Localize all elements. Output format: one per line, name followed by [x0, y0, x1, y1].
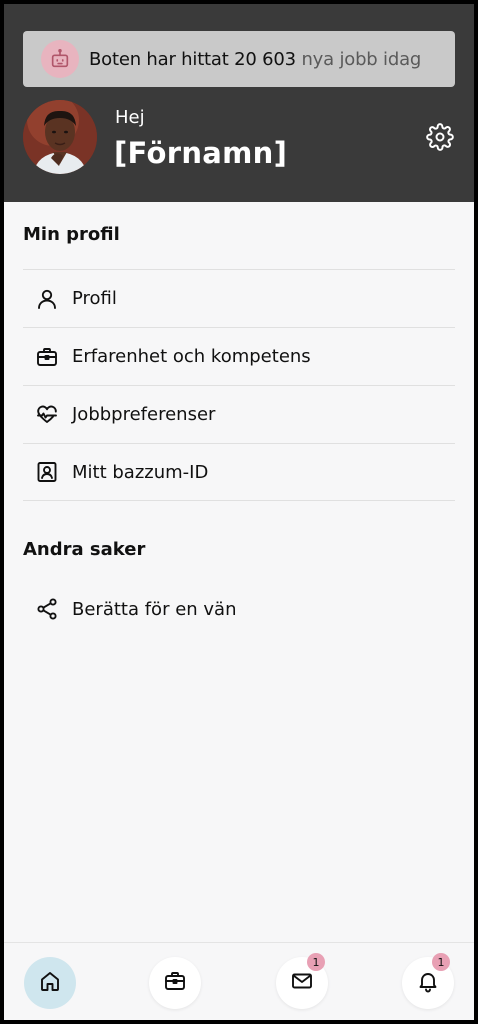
home-icon [38, 969, 62, 997]
briefcase-icon [163, 969, 187, 997]
banner-lead: Boten har hittat 20 603 [89, 48, 296, 70]
menu-item-label: Jobbpreferenser [72, 404, 216, 425]
menu-item-label: Profil [72, 288, 117, 309]
messages-badge: 1 [307, 953, 325, 971]
menu-item-label: Berätta för en vän [72, 598, 237, 620]
menu-item-profile[interactable]: Profil [23, 269, 455, 327]
section-title-my-profile: Min profil [23, 224, 120, 245]
banner-text: Boten har hittat 20 603 nya jobb idag [89, 49, 421, 70]
notifications-badge: 1 [432, 953, 450, 971]
share-icon [34, 596, 60, 622]
nav-home[interactable] [24, 957, 76, 1009]
menu-item-tell-a-friend[interactable]: Berätta för en vän [23, 589, 455, 629]
mail-icon [290, 969, 314, 997]
app-screen: Boten har hittat 20 603 nya jobb idag He… [4, 4, 474, 1020]
bell-icon [416, 969, 440, 997]
heart-pulse-icon [34, 402, 60, 428]
menu-item-bazzum-id[interactable]: Mitt bazzum-ID [23, 443, 455, 501]
section-title-other: Andra saker [23, 539, 146, 560]
menu-item-label: Erfarenhet och kompetens [72, 346, 311, 367]
jobs-found-banner[interactable]: Boten har hittat 20 603 nya jobb idag [23, 31, 455, 87]
settings-gear-icon[interactable] [426, 123, 454, 151]
robot-icon [41, 40, 79, 78]
greeting-hello: Hej [115, 107, 145, 128]
user-icon [34, 286, 60, 312]
greeting-name: [Förnamn] [114, 136, 288, 170]
menu-item-label: Mitt bazzum-ID [72, 461, 209, 483]
id-badge-icon [34, 459, 60, 485]
briefcase-icon [34, 344, 60, 370]
header: Boten har hittat 20 603 nya jobb idag He… [4, 4, 474, 202]
menu-item-job-preferences[interactable]: Jobbpreferenser [23, 385, 455, 443]
bottom-navigation: 1 1 [4, 942, 474, 1020]
avatar[interactable] [23, 100, 97, 174]
menu-item-experience[interactable]: Erfarenhet och kompetens [23, 327, 455, 385]
banner-tail: nya jobb idag [301, 48, 422, 70]
nav-jobs[interactable] [149, 957, 201, 1009]
